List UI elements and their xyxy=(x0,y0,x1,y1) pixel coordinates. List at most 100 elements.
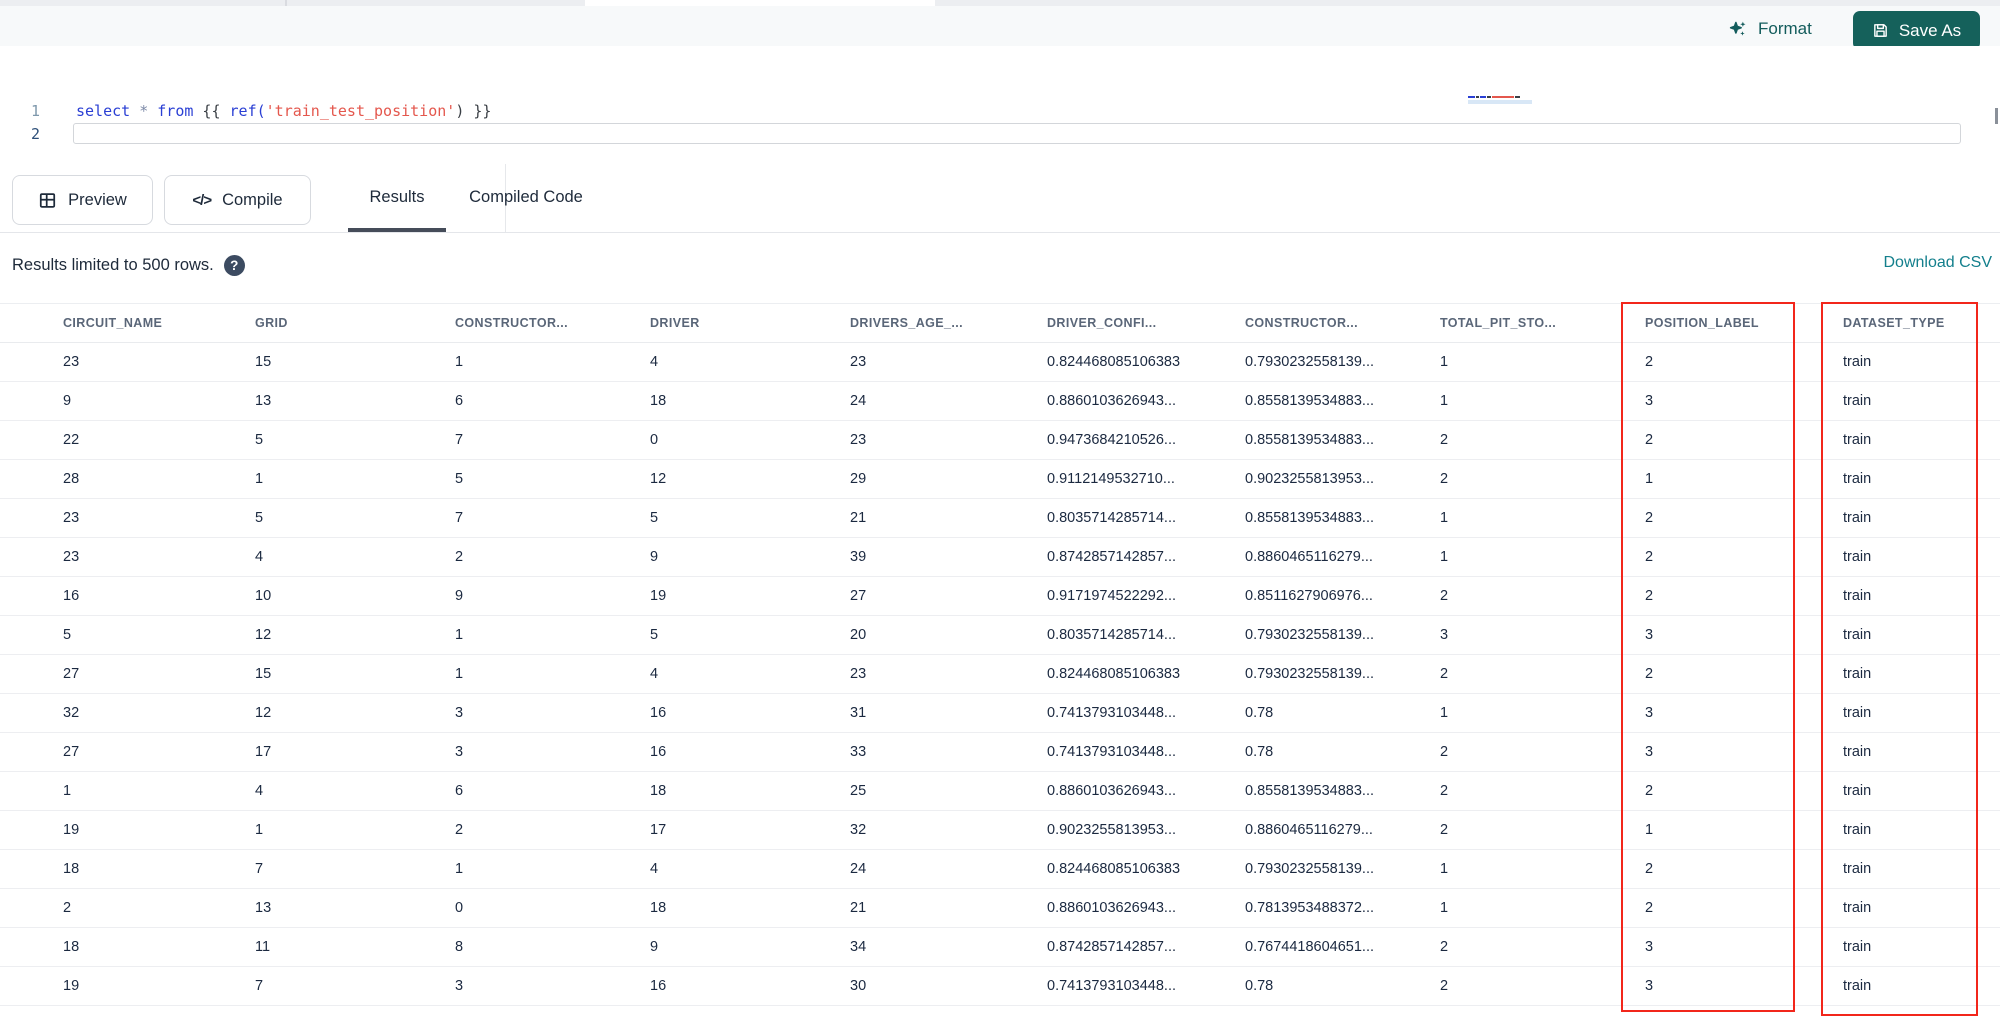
cell-spacer xyxy=(0,499,63,537)
floppy-disk-icon xyxy=(1872,22,1889,39)
cell-spacer xyxy=(0,460,63,498)
table-cell: 0.824468085106383 xyxy=(1047,354,1181,370)
table-cell: train xyxy=(1843,744,1872,760)
table-cell: 5 xyxy=(455,471,464,487)
editor-scrollbar[interactable] xyxy=(1995,108,1998,124)
table-cell: 39 xyxy=(850,549,867,565)
results-limit-text: Results limited to 500 rows. xyxy=(12,255,214,274)
table-cell: 6 xyxy=(455,393,464,409)
table-row: 18 11 8 9 34 0.8742857142857... 0.767441860465… xyxy=(0,928,2000,967)
table-row: 23 15 1 4 23 0.824468085106383 0.7930232558139… xyxy=(0,343,2000,382)
table-cell: train xyxy=(1843,900,1872,916)
code-brackets-icon: </> xyxy=(192,191,212,209)
table-cell: 17 xyxy=(650,822,667,838)
table-cell: 1 xyxy=(1440,861,1449,877)
cell-spacer xyxy=(0,382,63,420)
table-row: 1 4 6 18 25 0.8860103626943... 0.8558139534883… xyxy=(0,772,2000,811)
help-icon[interactable]: ? xyxy=(223,254,245,276)
table-cell: 0.7674418604651... xyxy=(1245,939,1375,955)
table-cell: 3 xyxy=(1645,627,1654,643)
cell-spacer xyxy=(0,616,63,654)
table-cell: 2 xyxy=(1645,861,1654,877)
table-cell: 3 xyxy=(455,744,464,760)
table-cell: 2 xyxy=(1645,900,1654,916)
table-cell: 1 xyxy=(1440,354,1449,370)
table-cell: 4 xyxy=(255,783,264,799)
cell-spacer xyxy=(0,694,63,732)
table-cell: 23 xyxy=(63,354,80,370)
table-cell: 0.7930232558139... xyxy=(1245,354,1375,370)
tab-compiled-code[interactable]: Compiled Code xyxy=(465,163,587,232)
table-cell: 20 xyxy=(850,627,867,643)
column-header: GRID xyxy=(255,316,288,330)
table-cell: 2 xyxy=(63,900,72,916)
table-cell: 0.8558139534883... xyxy=(1245,432,1375,448)
table-cell: 33 xyxy=(850,744,867,760)
app-window: Format Save As 1 2 select * from {{ ref(… xyxy=(0,0,2000,1020)
status-row: Results limited to 500 rows. ? Download … xyxy=(0,243,2000,287)
minimap-code-line xyxy=(1468,96,1532,98)
table-grid-icon xyxy=(38,191,57,210)
editor-toolbar: Format Save As xyxy=(0,6,2000,50)
table-row: 32 12 3 16 31 0.7413793103448... 0.78 1 3 train xyxy=(0,694,2000,733)
table-row: 28 1 5 12 29 0.9112149532710... 0.902325581395… xyxy=(0,460,2000,499)
table-cell: 1 xyxy=(1440,393,1449,409)
column-header: DATASET_TYPE xyxy=(1843,316,1945,330)
table-cell: 4 xyxy=(255,549,264,565)
sql-token: from xyxy=(157,102,194,120)
table-cell: 0 xyxy=(455,900,464,916)
cell-spacer xyxy=(0,928,63,966)
table-cell: 5 xyxy=(255,510,264,526)
column-header: TOTAL_PIT_STO... xyxy=(1440,316,1557,330)
table-cell: 0.8860465116279... xyxy=(1245,822,1373,838)
table-cell: 1 xyxy=(455,861,464,877)
table-cell: 12 xyxy=(255,627,272,643)
table-cell: 0.8558139534883... xyxy=(1245,783,1375,799)
table-cell: 7 xyxy=(455,510,464,526)
table-cell: train xyxy=(1843,354,1872,370)
table-cell: 23 xyxy=(850,432,867,448)
table-cell: 0.8511627906976... xyxy=(1245,588,1373,604)
table-cell: 5 xyxy=(650,627,659,643)
table-cell: train xyxy=(1843,393,1872,409)
tab-compiled-code-label: Compiled Code xyxy=(469,188,583,206)
table-cell: 7 xyxy=(255,861,264,877)
results-panel-header: Preview </> Compile Results Compiled Cod… xyxy=(0,163,2000,232)
table-cell: 1 xyxy=(255,822,264,838)
table-cell: 0.9023255813953... xyxy=(1245,471,1375,487)
table-cell: 2 xyxy=(455,822,464,838)
editor-minimap[interactable] xyxy=(1468,96,1532,105)
table-row: 23 5 7 5 21 0.8035714285714... 0.8558139534883… xyxy=(0,499,2000,538)
sql-token: 'train_test_position' xyxy=(265,102,456,120)
tab-results[interactable]: Results xyxy=(348,163,446,232)
cell-spacer xyxy=(0,733,63,771)
table-cell: 0.8860103626943... xyxy=(1047,783,1177,799)
table-cell: 0.9473684210526... xyxy=(1047,432,1177,448)
table-cell: 24 xyxy=(850,393,867,409)
table-cell: 2 xyxy=(1440,978,1449,994)
preview-button[interactable]: Preview xyxy=(12,175,153,225)
table-cell: train xyxy=(1843,666,1872,682)
table-cell: 16 xyxy=(650,705,667,721)
table-cell: 31 xyxy=(850,705,867,721)
table-cell: 2 xyxy=(1440,471,1449,487)
table-cell: 9 xyxy=(650,549,659,565)
table-header-row: CIRCUIT_NAME GRID CONSTRUCTOR... DRIVER DRIV… xyxy=(0,303,2000,343)
table-cell: train xyxy=(1843,510,1872,526)
table-cell: 25 xyxy=(850,783,867,799)
line-number-1: 1 xyxy=(30,102,40,120)
save-as-button[interactable]: Save As xyxy=(1853,11,1980,50)
download-csv-link[interactable]: Download CSV xyxy=(1884,254,1993,272)
table-cell: 17 xyxy=(255,744,272,760)
table-row: 9 13 6 18 24 0.8860103626943... 0.855813953488… xyxy=(0,382,2000,421)
table-cell: 3 xyxy=(1645,393,1654,409)
format-button[interactable]: Format xyxy=(1728,14,1812,44)
table-cell: 2 xyxy=(1645,432,1654,448)
table-cell: 0.7930232558139... xyxy=(1245,627,1375,643)
table-cell: 0.7930232558139... xyxy=(1245,861,1375,877)
table-row: 2 13 0 18 21 0.8860103626943... 0.781395348837… xyxy=(0,889,2000,928)
table-cell: 3 xyxy=(1645,939,1654,955)
table-cell: 28 xyxy=(63,471,80,487)
sql-editor[interactable]: 1 2 select * from {{ ref('train_test_pos… xyxy=(0,46,2000,163)
compile-button[interactable]: </> Compile xyxy=(164,175,311,225)
